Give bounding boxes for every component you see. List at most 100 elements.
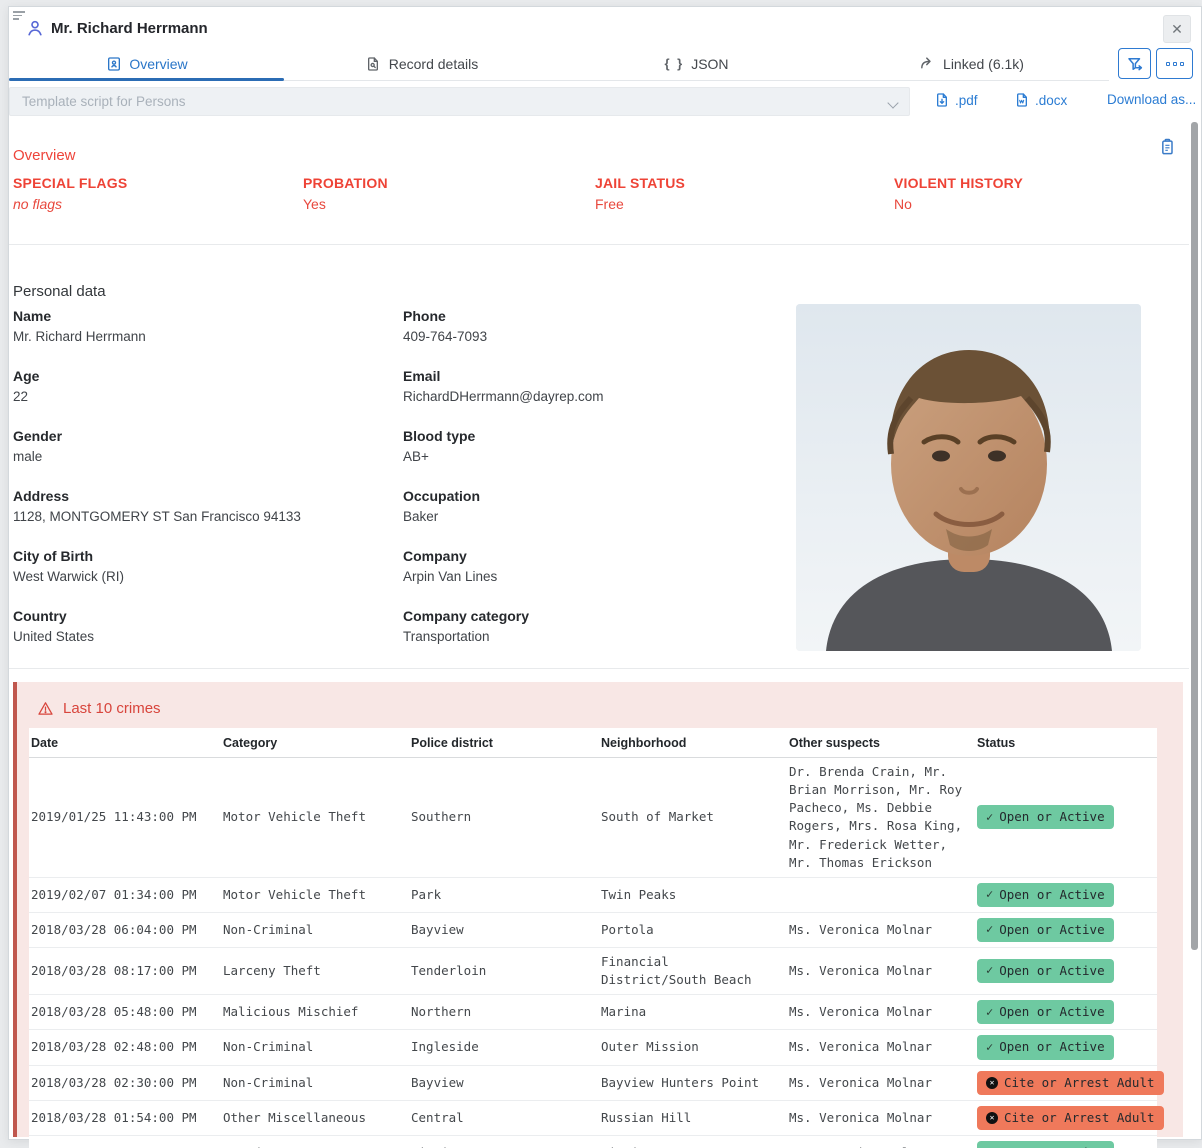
crime-cell-neighborhood: Marina <box>599 995 787 1030</box>
crime-cell-date: 2019/01/25 11:43:00 PM <box>29 758 221 878</box>
check-icon: ✓ <box>986 921 993 938</box>
crime-cell-category: Larceny Theft <box>221 948 409 995</box>
flag-label: JAIL STATUS <box>595 175 685 191</box>
field-label: Phone <box>403 307 773 325</box>
field-value: 1128, MONTGOMERY ST San Francisco 94133 <box>13 508 383 526</box>
crime-cell-status: ✓Open or Active <box>975 912 1157 947</box>
status-badge: ✓Open or Active <box>977 918 1114 942</box>
download-pdf-link[interactable]: .pdf <box>934 92 978 108</box>
check-icon: ✓ <box>986 1004 993 1021</box>
flag-jail-status: JAIL STATUS Free <box>595 175 685 212</box>
close-button[interactable]: ✕ <box>1163 15 1191 43</box>
crime-cell-status: ✓ Open or Active <box>975 995 1157 1030</box>
flag-value: Free <box>595 196 685 212</box>
crime-cell-district: Southern <box>409 758 599 878</box>
crimes-table-wrap: DateCategoryPolice districtNeighborhoodO… <box>29 728 1157 1148</box>
crime-cell-category: Non-Criminal <box>221 912 409 947</box>
crime-cell-date: 2018/03/28 02:48:00 PM <box>29 1030 221 1065</box>
vertical-scrollbar-thumb[interactable] <box>1191 122 1198 950</box>
crime-cell-category: Motor Vehicle Theft <box>221 758 409 878</box>
field-label: Name <box>13 307 383 325</box>
field-value: RichardDHerrmann@dayrep.com <box>403 388 773 406</box>
crime-cell-neighborhood: Portola <box>599 912 787 947</box>
chevron-down-icon <box>887 97 898 108</box>
template-script-placeholder: Template script for Persons <box>22 94 186 109</box>
flag-special-flags: SPECIAL FLAGSno flags <box>13 175 127 212</box>
filter-share-button[interactable] <box>1118 48 1151 79</box>
crime-cell-neighborhood: Financial District/South Beach <box>599 948 787 995</box>
tab-record-details[interactable]: Record details <box>284 47 559 80</box>
crime-cell-category: Malicious Mischief <box>221 995 409 1030</box>
more-options-button[interactable] <box>1156 48 1193 79</box>
status-badge: ✓Open or Active <box>977 883 1114 907</box>
check-icon: ✓ <box>986 1039 993 1056</box>
status-label: Cite or Arrest Adult <box>1004 1109 1155 1127</box>
field-value: Mr. Richard Herrmann <box>13 328 383 346</box>
id-card-icon <box>105 55 122 72</box>
field-value: Baker <box>403 508 773 526</box>
crime-cell-date: 2018/03/28 06:04:00 PM <box>29 912 221 947</box>
tab-linked[interactable]: Linked (6.1k) <box>834 47 1109 80</box>
crimes-heading-label: Last 10 crimes <box>63 700 161 717</box>
dialog-titlebar: Mr. Richard Herrmann ✕ <box>9 7 1201 47</box>
crime-cell-neighborhood: South of Market <box>599 758 787 878</box>
crime-cell-date: 2018/03/28 01:35:00 PM <box>29 1135 221 1148</box>
crime-cell-suspects: Ms. Veronica Molnar <box>787 1135 975 1148</box>
field-label: Gender <box>13 427 383 445</box>
download-docx-link[interactable]: .docx <box>1014 92 1067 108</box>
flags-row: SPECIAL FLAGSno flagsPROBATIONYesJAIL ST… <box>9 175 1201 223</box>
docx-file-icon <box>1014 92 1030 108</box>
tab-overview-label: Overview <box>129 56 187 72</box>
field-phone: Phone409-764-7093 <box>403 307 773 346</box>
download-as-link[interactable]: Download as... <box>1107 92 1196 107</box>
field-blood-type: Blood typeAB+ <box>403 427 773 466</box>
status-badge: ✓Open or Active <box>977 805 1114 829</box>
dialog-title: Mr. Richard Herrmann <box>51 20 208 37</box>
crime-cell-district: Tenderloin <box>409 948 599 995</box>
crime-cell-suspects <box>787 877 975 912</box>
crime-row: 2018/03/28 01:35:00 PMFraudMissionMissio… <box>29 1135 1157 1148</box>
field-label: Company category <box>403 607 773 625</box>
divider <box>9 244 1189 245</box>
crime-cell-date: 2018/03/28 05:48:00 PM <box>29 995 221 1030</box>
crimes-table-header-row: DateCategoryPolice districtNeighborhoodO… <box>29 728 1157 758</box>
status-badge: ✓ Open or Active <box>977 1035 1114 1059</box>
crime-cell-category: Other Miscellaneous <box>221 1100 409 1135</box>
status-label: Open or Active <box>999 1038 1104 1056</box>
crime-cell-neighborhood: Mission <box>599 1135 787 1148</box>
status-badge: ✕ Cite or Arrest Adult <box>977 1106 1164 1130</box>
crime-cell-suspects: Ms. Veronica Molnar <box>787 1065 975 1100</box>
crime-cell-status: ✓Open or Active <box>975 948 1157 995</box>
braces-icon: { } <box>664 56 684 71</box>
column-header-status: Status <box>975 728 1157 758</box>
field-value: United States <box>13 628 383 646</box>
tab-json[interactable]: { } JSON <box>559 47 834 80</box>
person-icon <box>25 18 45 38</box>
crime-cell-status: ✓ Open or Active <box>975 1030 1157 1065</box>
status-label: Open or Active <box>999 962 1104 980</box>
template-script-select[interactable]: Template script for Persons <box>9 87 910 116</box>
crime-row: 2018/03/28 01:54:00 PMOther Miscellaneou… <box>29 1100 1157 1135</box>
column-header-police-district: Police district <box>409 728 599 758</box>
column-header-other-suspects: Other suspects <box>787 728 975 758</box>
crime-cell-district: Bayview <box>409 912 599 947</box>
tab-overview[interactable]: Overview <box>9 47 284 80</box>
check-icon: ✓ <box>986 1144 993 1148</box>
copy-overview-button[interactable] <box>1157 137 1177 157</box>
field-age: Age22 <box>13 367 383 406</box>
crime-cell-district: Northern <box>409 995 599 1030</box>
crime-cell-date: 2018/03/28 02:30:00 PM <box>29 1065 221 1100</box>
crimes-heading: Last 10 crimes <box>37 700 161 717</box>
flag-label: SPECIAL FLAGS <box>13 175 127 191</box>
x-circle-icon: ✕ <box>986 1112 998 1124</box>
status-label: Open or Active <box>999 1003 1104 1021</box>
crime-row: 2018/03/28 05:48:00 PMMalicious Mischief… <box>29 995 1157 1030</box>
pdf-file-icon <box>934 92 950 108</box>
status-badge: ✓Open or Active <box>977 1141 1114 1148</box>
crime-row: 2018/03/28 06:04:00 PMNon-CriminalBayvie… <box>29 912 1157 947</box>
crime-row: 2019/02/07 01:34:00 PMMotor Vehicle Thef… <box>29 877 1157 912</box>
crime-cell-category: Non-Criminal <box>221 1030 409 1065</box>
field-city-of-birth: City of BirthWest Warwick (RI) <box>13 547 383 586</box>
field-label: Age <box>13 367 383 385</box>
tab-bar: Overview Record details { } JSON <box>9 47 1109 81</box>
